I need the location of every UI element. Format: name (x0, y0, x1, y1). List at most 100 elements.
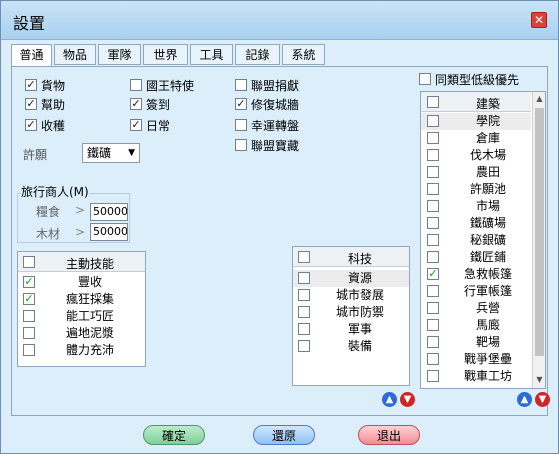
list-item[interactable]: 兵營 (421, 300, 531, 317)
option-label: 聯盟捐獻 (251, 79, 300, 93)
building-checkbox[interactable] (427, 285, 439, 297)
building-checkbox[interactable] (427, 319, 439, 331)
scroll-down-icon[interactable]: ▼ (533, 373, 545, 387)
building-checkbox[interactable] (427, 251, 439, 263)
building-checkbox[interactable] (427, 336, 439, 348)
option-label: 幸運轉盤 (251, 119, 300, 133)
checkbox-option[interactable] (235, 119, 247, 131)
close-icon[interactable]: ✕ (531, 12, 547, 28)
wish-label: 許願 (23, 148, 48, 162)
tech-checkbox[interactable] (298, 340, 310, 352)
checkbox-option[interactable]: ✓ (25, 79, 37, 91)
wish-select[interactable]: 鐵礦 ▼ (82, 143, 140, 163)
list-item[interactable]: 城市發展 (293, 287, 409, 304)
checkbox-option[interactable]: ✓ (130, 98, 142, 110)
building-label: 伐木場 (469, 148, 506, 162)
tech-select-all-checkbox[interactable] (298, 251, 310, 263)
skill-checkbox[interactable] (23, 327, 35, 339)
checkbox-option[interactable] (235, 139, 247, 151)
buildings-select-all-checkbox[interactable] (427, 96, 439, 108)
list-item[interactable]: 資源 (293, 270, 409, 287)
building-checkbox[interactable] (427, 200, 439, 212)
building-label: 戰車工坊 (463, 369, 512, 383)
wood-amount-input[interactable]: 500000 (90, 223, 128, 241)
buildings-move-down-icon[interactable]: ▼ (535, 392, 550, 407)
list-item[interactable]: ✓ 急救帳篷 (421, 266, 531, 283)
tab-items[interactable]: 物品 (54, 44, 96, 65)
list-item[interactable]: 行軍帳篷 (421, 283, 531, 300)
tab-general[interactable]: 普通 (11, 44, 52, 66)
list-item[interactable]: 城市防禦 (293, 304, 409, 321)
list-item[interactable]: 能工巧匠 (18, 308, 145, 325)
tab-army[interactable]: 軍隊 (98, 44, 141, 65)
list-item[interactable]: ✓ 瘋狂採集 (18, 291, 145, 308)
list-item[interactable]: 戰車工坊 (421, 368, 531, 385)
list-item[interactable]: ✓ 豐收 (18, 274, 145, 291)
skill-checkbox[interactable] (23, 344, 35, 356)
building-label: 戰爭堡壘 (463, 352, 512, 366)
tech-checkbox[interactable] (298, 272, 310, 284)
option-label: 國王特使 (146, 79, 195, 93)
tab-tools[interactable]: 工具 (190, 44, 233, 65)
tech-move-up-icon[interactable]: ▲ (382, 392, 397, 407)
skill-checkbox[interactable] (23, 310, 35, 322)
tech-checkbox[interactable] (298, 323, 310, 335)
skill-label: 瘋狂採集 (65, 292, 114, 306)
settings-window: 設置 ✕ 普通 物品 軍隊 世界 工具 記錄 系統 ✓ 貨物 ✓ 幫助 ✓ 收穫… (0, 0, 559, 454)
checkbox-option[interactable]: ✓ (130, 119, 142, 131)
list-item[interactable]: 伐木場 (421, 147, 531, 164)
list-item[interactable]: 戰爭堡壘 (421, 351, 531, 368)
tech-checkbox[interactable] (298, 306, 310, 318)
tab-log[interactable]: 記錄 (235, 44, 280, 65)
list-item[interactable]: 裝備 (293, 338, 409, 355)
building-checkbox[interactable]: ✓ (427, 268, 439, 280)
list-item[interactable]: 學院 (421, 113, 531, 130)
buildings-scrollbar[interactable]: ▲ ▼ (532, 92, 545, 388)
building-checkbox[interactable] (427, 149, 439, 161)
skill-checkbox[interactable]: ✓ (23, 276, 35, 288)
list-item[interactable]: 秘銀礦 (421, 232, 531, 249)
list-item[interactable]: 鐵礦場 (421, 215, 531, 232)
exit-button[interactable]: 退出 (358, 425, 420, 445)
same-type-low-priority-checkbox[interactable] (419, 73, 431, 85)
building-checkbox[interactable] (427, 234, 439, 246)
skills-select-all-checkbox[interactable] (23, 256, 35, 268)
tech-move-down-icon[interactable]: ▼ (400, 392, 415, 407)
tech-list-header: 科技 (293, 247, 409, 267)
skill-checkbox[interactable]: ✓ (23, 293, 35, 305)
food-amount-input[interactable]: 500000 (90, 203, 128, 221)
list-item[interactable]: 馬廄 (421, 317, 531, 334)
building-checkbox[interactable] (427, 183, 439, 195)
buildings-move-up-icon[interactable]: ▲ (517, 392, 532, 407)
tab-system[interactable]: 系統 (282, 44, 325, 65)
tab-world[interactable]: 世界 (143, 44, 188, 65)
building-checkbox[interactable] (427, 166, 439, 178)
tech-checkbox[interactable] (298, 289, 310, 301)
checkbox-option[interactable] (235, 79, 247, 91)
tech-label: 城市發展 (335, 288, 384, 302)
building-checkbox[interactable] (427, 302, 439, 314)
list-item[interactable]: 農田 (421, 164, 531, 181)
list-item[interactable]: 遍地泥漿 (18, 325, 145, 342)
building-checkbox[interactable] (427, 370, 439, 382)
scroll-thumb[interactable] (535, 108, 544, 356)
checkbox-option[interactable]: ✓ (25, 98, 37, 110)
list-item[interactable]: 靶場 (421, 334, 531, 351)
checkbox-option[interactable]: ✓ (25, 119, 37, 131)
list-item[interactable]: 市場 (421, 198, 531, 215)
building-checkbox[interactable] (427, 115, 439, 127)
list-item[interactable]: 鐵匠鋪 (421, 249, 531, 266)
building-checkbox[interactable] (427, 217, 439, 229)
list-item[interactable]: 軍事 (293, 321, 409, 338)
building-checkbox[interactable] (427, 353, 439, 365)
confirm-button[interactable]: 確定 (143, 425, 205, 445)
tech-label: 裝備 (347, 339, 372, 353)
reset-button[interactable]: 還原 (253, 425, 315, 445)
building-checkbox[interactable] (427, 132, 439, 144)
list-item[interactable]: 許願池 (421, 181, 531, 198)
checkbox-option[interactable] (130, 79, 142, 91)
scroll-up-icon[interactable]: ▲ (533, 92, 545, 106)
list-item[interactable]: 體力充沛 (18, 342, 145, 359)
checkbox-option[interactable]: ✓ (235, 98, 247, 110)
list-item[interactable]: 倉庫 (421, 130, 531, 147)
